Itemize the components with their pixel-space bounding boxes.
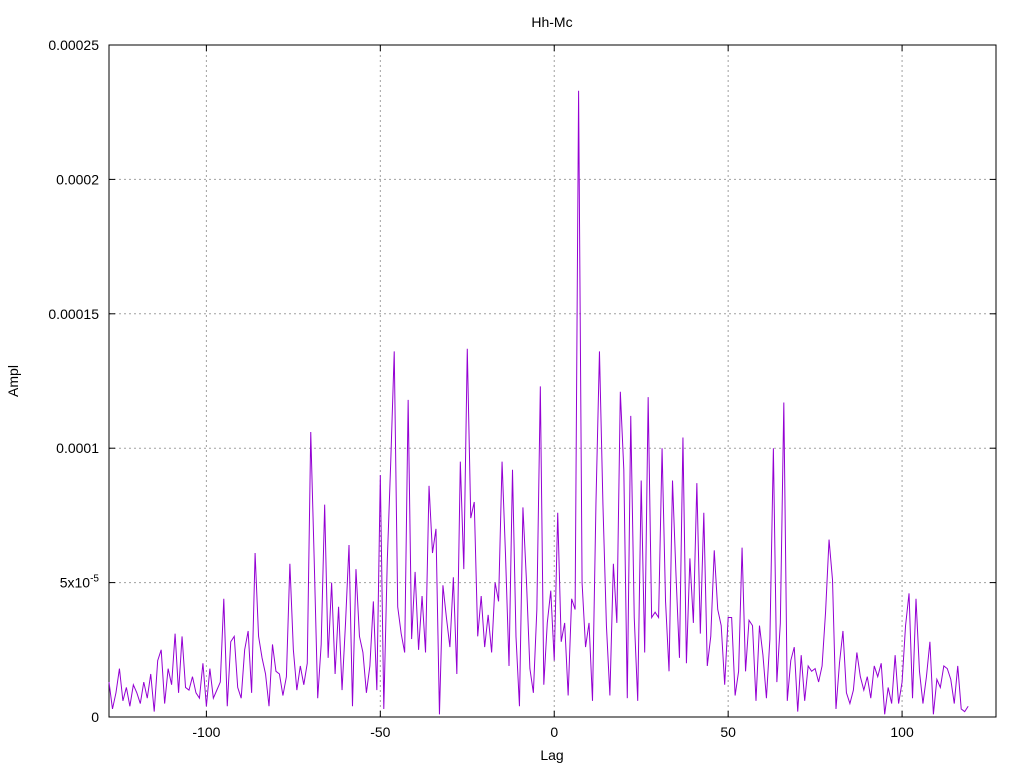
x-tick-label: 0: [550, 724, 558, 740]
y-tick-label: 0.00025: [48, 37, 99, 53]
chart: Hh-Mc Lag Ampl -100 -50 0 50 100 0 5x10-5 0.00…: [0, 0, 1024, 768]
x-tick-label: -100: [192, 724, 220, 740]
chart-title: Hh-Mc: [531, 14, 572, 30]
y-tick-label: 0: [91, 709, 99, 725]
y-tick-label: 0.0001: [56, 440, 99, 456]
y-tick-label-base: 0.00015: [48, 306, 99, 322]
y-tick-label: 0.00015: [48, 306, 99, 322]
chart-background: [0, 0, 1024, 768]
x-tick-label: -50: [370, 724, 390, 740]
y-tick-label-base: 0.0002: [56, 171, 99, 187]
y-tick-label-base: 0.00025: [48, 37, 99, 53]
y-tick-label: 0.0002: [56, 171, 99, 187]
x-tick-label: 100: [890, 724, 914, 740]
y-tick-label-base: 5x10: [60, 575, 91, 591]
x-tick-label: 50: [720, 724, 736, 740]
x-axis-label: Lag: [540, 747, 563, 763]
y-axis-label: Ampl: [5, 365, 21, 397]
y-tick-label-base: 0.0001: [56, 440, 99, 456]
y-tick-label-base: 0: [91, 709, 99, 725]
y-tick-label-exponent: -5: [90, 574, 99, 585]
